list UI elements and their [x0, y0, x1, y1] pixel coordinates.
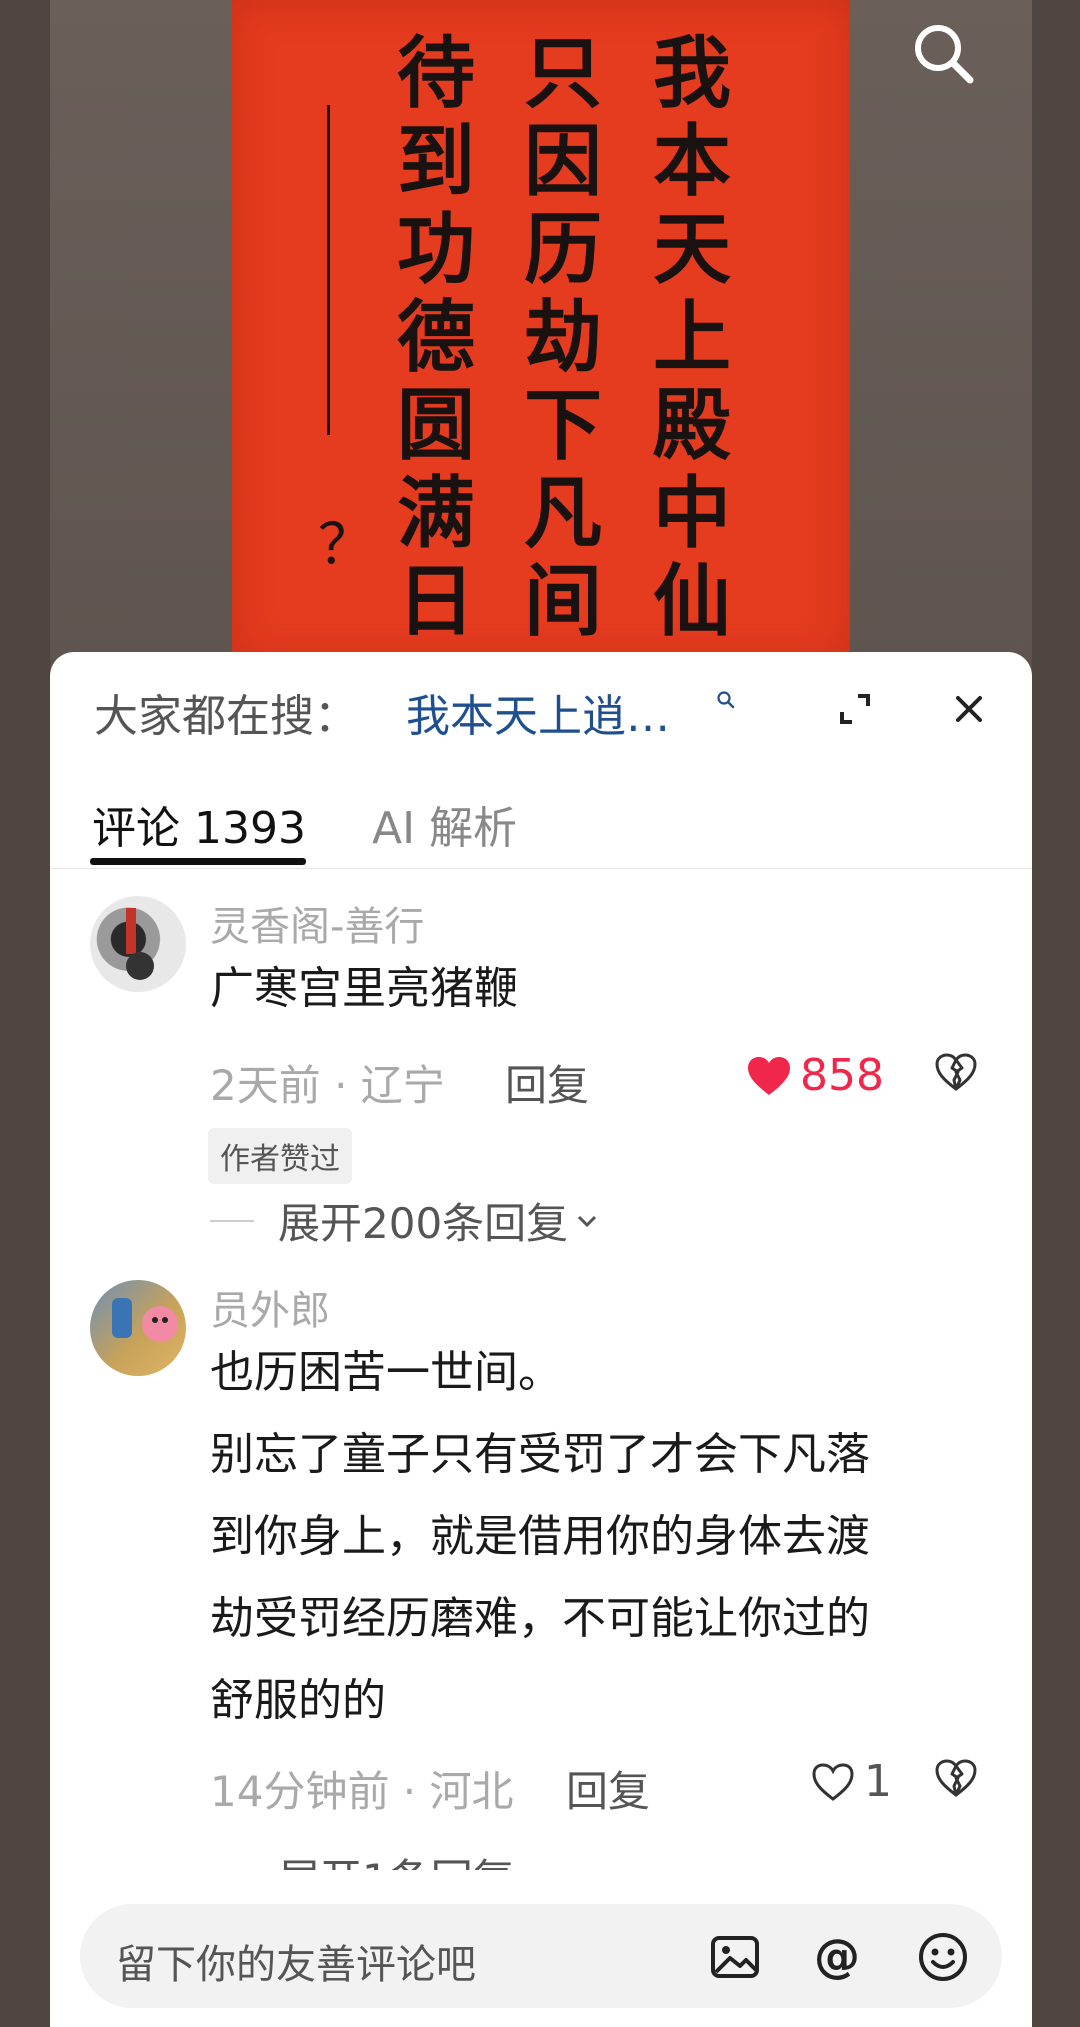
- comment-text-line: 舒服的的: [210, 1675, 386, 1726]
- smiley-icon: [919, 1933, 967, 1981]
- search-button[interactable]: [908, 18, 980, 90]
- poster-char: 中: [652, 468, 731, 559]
- like-button[interactable]: 858: [746, 1050, 884, 1101]
- heart-filled-icon: [748, 1056, 790, 1095]
- poster-char: 本: [652, 116, 731, 207]
- hot-search-prefix: 大家都在搜：: [94, 691, 358, 742]
- poster-char: 上: [652, 292, 731, 383]
- poster-char: 待: [396, 28, 475, 119]
- poster-question-mark: ？: [318, 513, 374, 578]
- poster-char: 满: [396, 468, 475, 559]
- comment-username[interactable]: 员外郎: [210, 1278, 330, 1336]
- expand-replies-button[interactable]: 展开1条回复: [210, 1846, 549, 1870]
- poster-char: 间: [523, 556, 602, 647]
- svg-text:@: @: [814, 1930, 860, 1983]
- sheet-tabs: 评论 1393 AI 解析: [50, 762, 1032, 869]
- calligraphy-poster: 我 本 天 上 殿 中 仙 只 因 历 劫 下 凡 间 待 到 功 德 圆 满 …: [232, 0, 850, 660]
- avatar-image: [112, 1298, 178, 1342]
- poster-char: 因: [523, 116, 602, 207]
- comment-text-line: 也历困苦一世间。: [210, 1347, 562, 1398]
- poster-char: 劫: [523, 292, 602, 383]
- comment-text-line: 到你身上，就是借用你的身体去渡: [210, 1511, 870, 1562]
- broken-heart-icon: [935, 1053, 977, 1091]
- poster-column-left: 待 到 功 德 圆 满 日: [391, 30, 481, 646]
- dislike-button[interactable]: [934, 1052, 978, 1096]
- sheet-header: 大家都在搜： 我本天上逍…: [50, 652, 1032, 762]
- comment-time-location: 14分钟前 · 河北: [210, 1767, 514, 1816]
- at-sign-icon: @: [814, 1929, 860, 1983]
- comment-text-line: 劫受罚经历磨难，不可能让你过的: [210, 1593, 870, 1644]
- like-count: 1: [864, 1756, 892, 1807]
- poster-char: 下: [523, 380, 602, 471]
- poster-char: 只: [523, 28, 602, 119]
- emoji-button[interactable]: [916, 1930, 970, 1984]
- avatar[interactable]: [90, 896, 186, 992]
- comment-username[interactable]: 灵香阁-善行: [210, 894, 424, 952]
- comment-time-location: 2天前 · 辽宁: [210, 1061, 445, 1110]
- chevron-down-icon: [519, 1862, 549, 1871]
- close-button[interactable]: [944, 684, 994, 734]
- chevron-down-icon: [578, 1215, 597, 1227]
- like-count: 858: [800, 1050, 884, 1101]
- poster-char: 功: [396, 204, 475, 295]
- poster-char: 到: [396, 116, 475, 207]
- search-icon: [915, 25, 974, 84]
- like-button[interactable]: 1: [810, 1756, 892, 1807]
- active-tab-indicator: [90, 858, 306, 865]
- background-left: [0, 0, 50, 2027]
- poster-char: 日: [396, 556, 475, 647]
- expand-icon: [840, 694, 870, 724]
- comment-text: 广寒宫里亮猪鞭: [210, 963, 518, 1014]
- poster-char: 圆: [396, 380, 475, 471]
- background-right: [1032, 0, 1080, 2027]
- image-button[interactable]: [708, 1930, 762, 1984]
- close-icon: [956, 696, 982, 722]
- poster-column-middle: 只 因 历 劫 下 凡 间: [518, 30, 608, 646]
- expand-replies-label: 展开1条回复: [278, 1846, 515, 1870]
- reply-button[interactable]: 回复: [505, 1052, 589, 1113]
- tab-ai-analysis[interactable]: AI 解析: [372, 792, 517, 856]
- tab-comments[interactable]: 评论 1393: [92, 792, 306, 856]
- divider-line: [210, 1219, 254, 1222]
- broken-heart-icon: [935, 1759, 977, 1797]
- comment-input[interactable]: 留下你的友善评论吧: [116, 1932, 476, 1990]
- poster-char: 凡: [523, 468, 602, 559]
- poster-char: 德: [396, 292, 475, 383]
- poster-char: 仙: [652, 556, 731, 647]
- comment-list: 灵香阁-善行 广寒宫里亮猪鞭 2天前 · 辽宁 回复 858 作者赞过 展开20…: [50, 870, 1032, 1870]
- poster-dash-line: [327, 105, 336, 435]
- expand-button[interactable]: [830, 684, 880, 734]
- search-icon: [717, 691, 735, 709]
- image-icon: [711, 1936, 759, 1978]
- comment-text: 也历困苦一世间。 别忘了童子只有受罚了才会下凡落 到你身上，就是借用你的身体去渡…: [210, 1332, 990, 1742]
- poster-char: 天: [652, 204, 731, 295]
- hot-search-query[interactable]: 我本天上逍…: [406, 680, 670, 744]
- heart-outline-icon: [812, 1762, 854, 1801]
- expand-replies-button[interactable]: 展开200条回复: [210, 1190, 602, 1251]
- comment-input-bar: 留下你的友善评论吧 @: [80, 1904, 1002, 2008]
- comment-sheet: 大家都在搜： 我本天上逍… 评论 1393 AI 解析 灵香阁-善行 广寒宫里亮…: [50, 652, 1032, 2027]
- expand-replies-label: 展开200条回复: [278, 1199, 569, 1248]
- poster-char: 我: [652, 28, 731, 119]
- avatar[interactable]: [90, 1280, 186, 1376]
- avatar-image: [126, 908, 154, 980]
- author-liked-badge: 作者赞过: [208, 1128, 352, 1184]
- poster-char: 殿: [652, 380, 731, 471]
- reply-button[interactable]: 回复: [566, 1758, 650, 1819]
- poster-char: 历: [523, 204, 602, 295]
- mention-button[interactable]: @: [810, 1929, 864, 1984]
- dislike-button[interactable]: [934, 1758, 978, 1802]
- comment-text-line: 别忘了童子只有受罚了才会下凡落: [210, 1429, 870, 1480]
- poster-column-right: 我 本 天 上 殿 中 仙: [647, 30, 737, 646]
